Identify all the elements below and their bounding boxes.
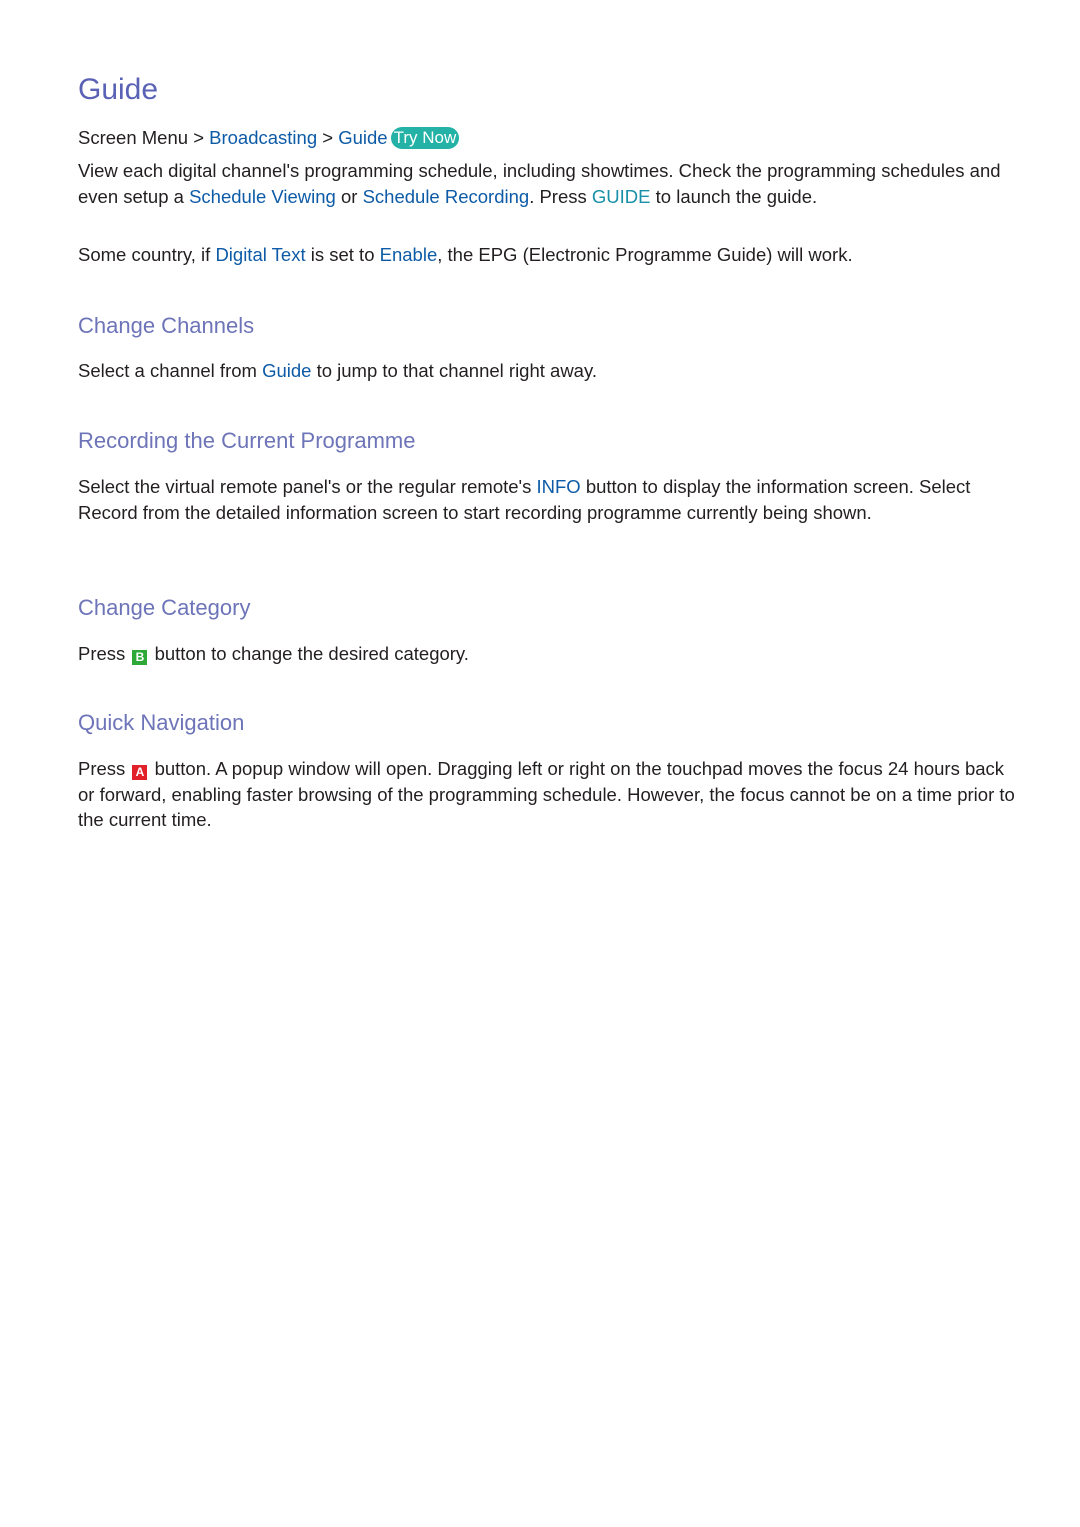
info-key-label: INFO (536, 476, 581, 497)
try-now-button[interactable]: Try Now (390, 127, 460, 149)
text: or (335, 185, 363, 207)
text: to launch the guide. (650, 185, 818, 207)
section-title-recording: Recording the Current Programme (78, 428, 416, 453)
text: is set to (305, 244, 380, 265)
schedule-recording-link[interactable]: Schedule Recording (363, 186, 530, 207)
guide-key-label: GUIDE (591, 185, 651, 207)
digital-text-link[interactable]: Digital Text (215, 244, 305, 265)
intro-paragraph: View each digital channel's programming … (78, 158, 1018, 209)
text: Press (78, 643, 131, 664)
enable-link[interactable]: Enable (380, 244, 438, 265)
text: Some country, if (78, 244, 216, 265)
breadcrumb-broadcasting-link[interactable]: Broadcasting (209, 127, 317, 148)
section-body-quick-navigation: Press A button. A popup window will open… (78, 756, 1018, 833)
guide-link[interactable]: Guide (262, 360, 311, 381)
text: button to change the desired category. (149, 643, 469, 664)
section-title-quick-navigation: Quick Navigation (78, 710, 245, 735)
page-title: Guide (78, 73, 159, 106)
text: to jump to that channel right away. (311, 360, 597, 381)
section-body-change-category: Press B button to change the desired cat… (78, 641, 1018, 667)
section-body-recording: Select the virtual remote panel's or the… (78, 474, 1018, 525)
text: Select a channel from (78, 360, 263, 381)
section-body-change-channels: Select a channel from Guide to jump to t… (78, 358, 1018, 384)
text: button. A popup window will open. Draggi… (78, 758, 1015, 830)
text: Select the virtual remote panel's or the… (78, 476, 537, 497)
a-button-icon: A (132, 765, 148, 780)
text: , the EPG (Electronic Programme Guide) w… (437, 244, 853, 265)
schedule-viewing-link[interactable]: Schedule Viewing (189, 186, 336, 207)
section-title-change-channels: Change Channels (78, 313, 255, 338)
breadcrumb-guide-link[interactable]: Guide (338, 127, 387, 148)
breadcrumb-separator: > (322, 127, 339, 148)
breadcrumb-separator: > (193, 127, 210, 148)
b-button-icon: B (132, 650, 148, 665)
section-title-change-category: Change Category (78, 595, 251, 620)
text: Press (78, 758, 131, 779)
text: . Press (529, 185, 592, 207)
breadcrumb: Screen Menu > Broadcasting > Guide Try No… (78, 125, 460, 151)
epg-note-paragraph: Some country, if Digital Text is set to … (78, 242, 1018, 268)
breadcrumb-root: Screen Menu (78, 127, 189, 148)
